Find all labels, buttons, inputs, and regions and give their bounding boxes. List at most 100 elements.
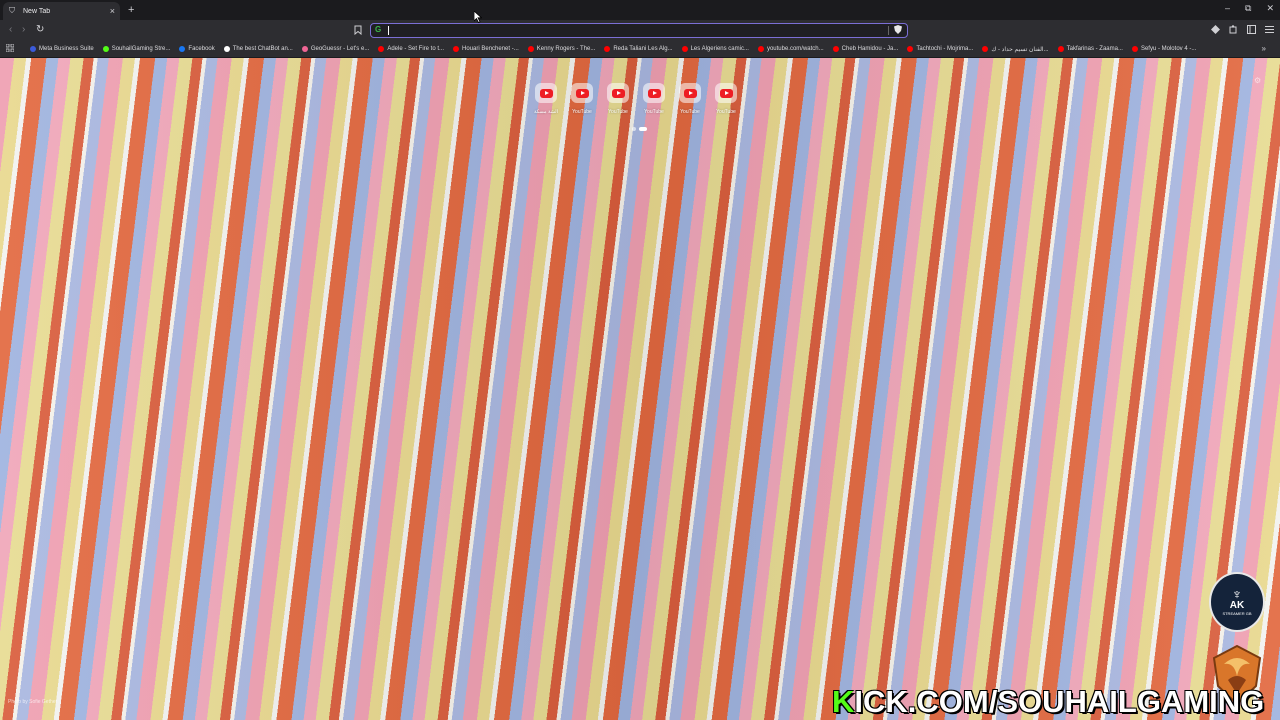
google-search-icon: G xyxy=(375,25,382,34)
window-controls: – ⧉ ✕ xyxy=(1225,3,1274,14)
brave-shield-icon[interactable] xyxy=(894,25,902,34)
bookmark-item[interactable]: SouhailGaming Stre... xyxy=(102,46,170,52)
youtube-icon xyxy=(719,88,733,98)
bookmark-favicon-icon xyxy=(907,46,914,52)
gear-icon[interactable]: ⚙ xyxy=(1254,76,1261,85)
extensions-icon[interactable] xyxy=(1229,25,1238,34)
bookmark-favicon-icon xyxy=(1131,46,1138,52)
bookmark-label: الفنان تسيم حداد - ك... xyxy=(991,46,1049,53)
bookmark-list: Meta Business Suite SouhailGaming Stre...… xyxy=(30,41,1196,57)
tab-strip: ⛉ New Tab × + – ⧉ ✕ xyxy=(0,0,1280,20)
bookmark-item[interactable]: Reda Taliani Les Alg... xyxy=(604,46,673,52)
minimize-button[interactable]: – xyxy=(1225,3,1230,14)
restore-button[interactable]: ⧉ xyxy=(1245,3,1251,14)
bookmark-favicon-icon xyxy=(102,46,109,52)
bookmark-item[interactable]: Les Algeriens camic... xyxy=(681,46,749,52)
shield-icon: ⛉ xyxy=(9,6,15,15)
bookmark-item[interactable]: Takfarinas - Zaama... xyxy=(1057,46,1123,52)
bookmark-label: Facebook xyxy=(188,46,215,52)
top-site-favicon xyxy=(715,83,737,103)
bookmark-item[interactable]: Tachtochi - Mojrima... xyxy=(907,46,973,52)
bookmark-label: Houari Benchenet -... xyxy=(462,46,519,52)
back-button[interactable]: ‹ xyxy=(9,24,12,36)
photo-credit[interactable]: Photo by Sofie Gether xyxy=(8,699,57,705)
bookmark-item[interactable]: Kenny Rogers - The... xyxy=(527,46,596,52)
top-site-tile[interactable]: YouTube xyxy=(604,83,632,115)
top-site-label: YouTube xyxy=(644,109,664,115)
bookmark-icon[interactable] xyxy=(354,25,362,35)
stream-url-overlay: KICK.COM/SOUHAILGAMING xyxy=(832,684,1264,720)
bookmark-favicon-icon xyxy=(604,46,611,52)
address-bar[interactable]: G xyxy=(370,23,908,38)
close-window-button[interactable]: ✕ xyxy=(1266,3,1274,14)
top-site-favicon xyxy=(535,83,557,103)
phoenix-icon: ♆ xyxy=(1231,586,1243,602)
bookmark-favicon-icon xyxy=(223,46,230,52)
top-site-tile[interactable]: الشة مسكة xyxy=(532,83,560,115)
bookmarks-overflow-button[interactable]: » xyxy=(1262,44,1266,53)
bookmark-label: Cheb Hamidou - Ja... xyxy=(841,46,899,52)
close-tab-icon[interactable]: × xyxy=(110,6,115,16)
pager-dot-active[interactable] xyxy=(639,127,647,131)
top-site-tile[interactable]: YouTube xyxy=(568,83,596,115)
top-site-tile[interactable]: YouTube xyxy=(640,83,668,115)
bookmark-item[interactable]: الفنان تسيم حداد - ك... xyxy=(982,46,1049,53)
youtube-icon xyxy=(575,88,589,98)
menu-icon[interactable] xyxy=(1265,25,1274,34)
sidebar-icon[interactable] xyxy=(1247,25,1256,34)
apps-grid-icon[interactable] xyxy=(6,44,14,52)
bookmark-favicon-icon xyxy=(1057,46,1064,52)
bookmark-favicon-icon xyxy=(301,46,308,52)
bookmark-item[interactable]: Cheb Hamidou - Ja... xyxy=(832,46,899,52)
top-site-favicon xyxy=(571,83,593,103)
bookmark-label: Takfarinas - Zaama... xyxy=(1066,46,1123,52)
bookmark-label: youtube.com/watch... xyxy=(766,46,824,52)
youtube-icon xyxy=(683,88,697,98)
bookmark-favicon-icon xyxy=(378,46,385,52)
bookmark-item[interactable]: Adele - Set Fire to t... xyxy=(378,46,444,52)
bookmark-favicon-icon xyxy=(30,46,36,52)
pager-dot[interactable] xyxy=(632,127,636,131)
stream-url-k: K xyxy=(832,684,855,719)
logo-tagline: STREAMER GB xyxy=(1222,611,1252,616)
youtube-icon xyxy=(647,88,661,98)
tab-new-tab[interactable]: ⛉ New Tab × xyxy=(3,2,120,20)
bookmark-item[interactable]: Houari Benchenet -... xyxy=(453,46,519,52)
mouse-cursor-icon xyxy=(474,11,482,23)
bookmark-favicon-icon xyxy=(527,46,534,52)
logo-name: AK xyxy=(1229,600,1245,611)
address-input[interactable] xyxy=(387,25,867,35)
bookmark-item[interactable]: Meta Business Suite xyxy=(30,46,94,52)
streamer-logo: ♆ AK STREAMER GB xyxy=(1209,572,1265,632)
tab-title: New Tab xyxy=(23,7,51,15)
top-site-tile[interactable]: YouTube xyxy=(676,83,704,115)
bookmark-item[interactable]: youtube.com/watch... xyxy=(757,46,824,52)
stream-url-rest: ICK.COM/SOUHAILGAMING xyxy=(854,684,1265,719)
text-caret xyxy=(388,26,389,35)
bookmark-item[interactable]: The best ChatBot an... xyxy=(223,46,293,52)
top-site-label: YouTube xyxy=(680,109,700,115)
top-site-favicon xyxy=(679,83,701,103)
new-tab-button[interactable]: + xyxy=(128,3,134,17)
bookmarks-bar: Meta Business Suite SouhailGaming Stre...… xyxy=(0,41,1280,58)
bookmark-item[interactable]: Sefyu - Molotov 4 -... xyxy=(1131,46,1197,52)
bookmark-label: Sefyu - Molotov 4 -... xyxy=(1140,46,1197,52)
top-site-label: YouTube xyxy=(716,109,736,115)
top-site-favicon xyxy=(607,83,629,103)
bookmark-item[interactable]: GeoGuessr - Let's e... xyxy=(301,46,370,52)
top-site-tile[interactable]: YouTube xyxy=(712,83,740,115)
bookmark-label: Kenny Rogers - The... xyxy=(536,46,596,52)
address-separator xyxy=(888,26,889,35)
bookmark-label: Reda Taliani Les Alg... xyxy=(613,46,673,52)
top-site-label: الشة مسكة xyxy=(533,109,559,115)
brave-rewards-icon[interactable] xyxy=(1211,25,1220,34)
bookmark-favicon-icon xyxy=(757,46,764,52)
youtube-icon xyxy=(611,88,625,98)
bookmark-item[interactable]: Facebook xyxy=(179,46,215,52)
forward-button[interactable]: › xyxy=(22,24,25,36)
top-sites: الشة مسكة YouTube YouTube YouTube YouTube You… xyxy=(532,83,740,115)
bookmark-label: GeoGuessr - Let's e... xyxy=(310,46,370,52)
bookmark-label: The best ChatBot an... xyxy=(232,46,293,52)
new-tab-background xyxy=(0,58,1280,720)
reload-button[interactable]: ↻ xyxy=(36,24,44,36)
